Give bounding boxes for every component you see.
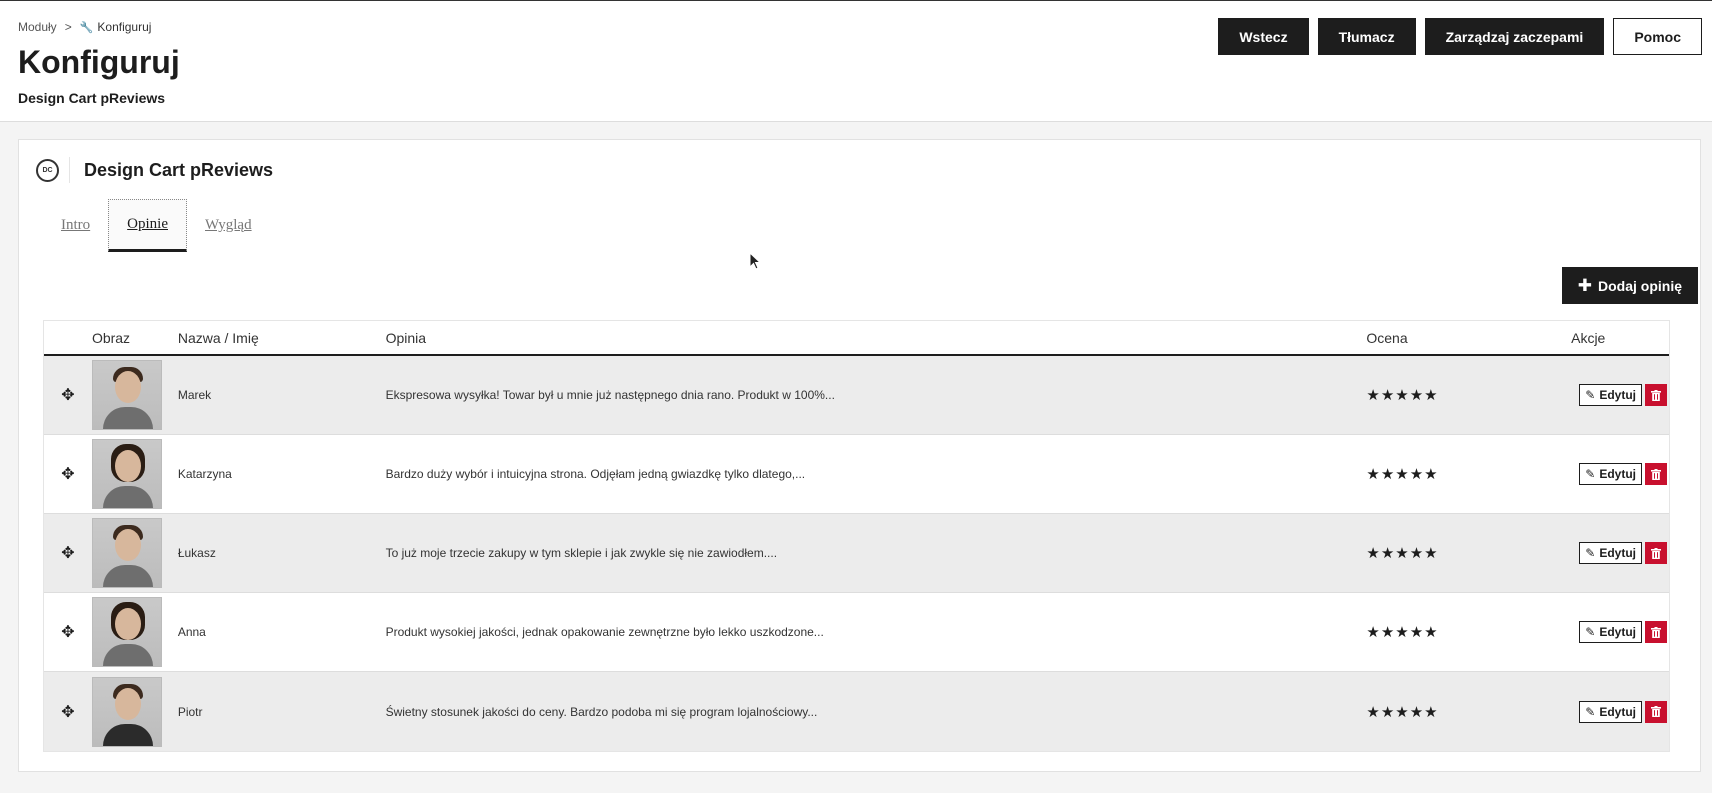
avatar <box>91 676 162 747</box>
module-logo-text: DC <box>42 166 53 174</box>
breadcrumb: Moduły > 🔧 Konfiguruj <box>18 20 151 34</box>
edit-button[interactable]: ✎ Edytuj <box>1579 700 1643 723</box>
back-button[interactable]: Wstecz <box>1218 18 1309 55</box>
star-rating: ★★★★★ <box>1366 624 1439 641</box>
drag-handle[interactable]: ✥ <box>44 385 92 405</box>
delete-button[interactable] <box>1645 700 1668 723</box>
avatar <box>91 360 162 430</box>
header-name: Nazwa / Imię <box>177 329 259 346</box>
review-text: To już moje trzecie zakupy w tym sklepie… <box>385 546 778 560</box>
star-rating: ★★★★★ <box>1366 703 1439 721</box>
header-image: Obraz <box>91 329 131 346</box>
avatar <box>91 518 162 588</box>
edit-label: Edytuj <box>1599 704 1637 719</box>
edit-label: Edytuj <box>1599 388 1637 402</box>
table-row: ✥ Anna Produkt wysokiej jakości, jednak … <box>44 593 1669 672</box>
table-row: ✥ Piotr Świetny stosunek jakości do ceny… <box>44 672 1669 751</box>
edit-button[interactable]: ✎ Edytuj <box>1579 621 1643 643</box>
plus-icon: ✚ <box>1577 275 1592 295</box>
drag-handle[interactable]: ✥ <box>44 622 92 642</box>
table-row: ✥ Marek Ekspresowa wysyłka! Towar był u … <box>44 356 1669 435</box>
page-subtitle: Design Cart pReviews <box>18 90 166 106</box>
star-rating: ★★★★★ <box>1366 387 1439 404</box>
avatar <box>91 597 162 667</box>
heading-divider <box>69 157 70 183</box>
edit-label: Edytuj <box>1599 625 1637 639</box>
toolbar: Wstecz Tłumacz Zarządzaj zaczepami Pomoc <box>1218 18 1702 55</box>
delete-button[interactable] <box>1645 542 1668 564</box>
wrench-icon: 🔧 <box>79 22 94 34</box>
header-review: Opinia <box>385 329 427 346</box>
star-rating: ★★★★★ <box>1366 466 1439 483</box>
drag-handle[interactable]: ✥ <box>44 702 92 722</box>
edit-label: Edytuj <box>1599 546 1637 560</box>
review-text: Produkt wysokiej jakości, jednak opakowa… <box>385 625 824 639</box>
module-logo: DC <box>36 158 59 182</box>
pencil-icon: ✎ <box>1585 467 1596 481</box>
panel-heading: DC Design Cart pReviews <box>36 157 273 183</box>
reviewer-name: Marek <box>177 388 212 402</box>
review-text: Świetny stosunek jakości do ceny. Bardzo… <box>385 704 818 719</box>
table-header: Obraz Nazwa / Imię Opinia Ocena Akcje <box>44 321 1669 356</box>
edit-button[interactable]: ✎ Edytuj <box>1579 542 1643 564</box>
pencil-icon: ✎ <box>1585 625 1596 639</box>
add-review-button[interactable]: ✚ Dodaj opinię <box>1561 267 1698 304</box>
help-button[interactable]: Pomoc <box>1613 18 1702 55</box>
mouse-cursor-icon <box>749 252 761 270</box>
reviewer-name: Anna <box>177 625 206 639</box>
move-icon: ✥ <box>61 545 75 562</box>
delete-button[interactable] <box>1645 463 1668 485</box>
reviewer-name: Łukasz <box>177 546 216 560</box>
pencil-icon: ✎ <box>1585 546 1596 560</box>
breadcrumb-current: Konfiguruj <box>97 20 152 34</box>
drag-handle[interactable]: ✥ <box>44 543 92 563</box>
review-text: Bardzo duży wybór i intuicyjna strona. O… <box>385 467 806 481</box>
delete-button[interactable] <box>1645 384 1668 406</box>
tab-reviews[interactable]: Opinie <box>108 199 187 252</box>
edit-label: Edytuj <box>1599 467 1637 481</box>
reviewer-name: Piotr <box>177 704 203 719</box>
panel-title: Design Cart pReviews <box>84 159 274 180</box>
page-header: Moduły > 🔧 Konfiguruj Konfiguruj Design Car… <box>0 0 1712 122</box>
avatar <box>91 439 162 509</box>
tab-appearance[interactable]: Wygląd <box>187 199 270 252</box>
trash-icon <box>1651 389 1662 401</box>
review-text: Ekspresowa wysyłka! Towar był u mnie już… <box>385 388 835 402</box>
header-actions: Akcje <box>1571 329 1606 346</box>
trash-icon <box>1651 468 1662 480</box>
tab-bar: Intro Opinie Wygląd <box>43 199 270 252</box>
edit-button[interactable]: ✎ Edytuj <box>1579 384 1643 406</box>
star-rating: ★★★★★ <box>1366 545 1439 562</box>
drag-handle[interactable]: ✥ <box>44 464 92 484</box>
trash-icon <box>1651 547 1662 559</box>
add-review-label: Dodaj opinię <box>1598 277 1682 294</box>
table-row: ✥ Łukasz To już moje trzecie zakupy w ty… <box>44 514 1669 593</box>
breadcrumb-parent-link[interactable]: Moduły <box>18 20 57 34</box>
breadcrumb-separator: > <box>64 20 72 34</box>
manage-hooks-button[interactable]: Zarządzaj zaczepami <box>1424 18 1605 55</box>
pencil-icon: ✎ <box>1585 704 1596 719</box>
table-row: ✥ Katarzyna Bardzo duży wybór i intuicyj… <box>44 435 1669 514</box>
reviewer-name: Katarzyna <box>177 467 232 481</box>
pencil-icon: ✎ <box>1585 388 1596 402</box>
move-icon: ✥ <box>61 466 75 483</box>
tab-intro[interactable]: Intro <box>43 199 108 252</box>
module-panel: DC Design Cart pReviews Intro Opinie Wyg… <box>18 139 1701 772</box>
trash-icon <box>1651 706 1662 717</box>
translate-button[interactable]: Tłumacz <box>1317 18 1416 55</box>
move-icon: ✥ <box>61 387 75 404</box>
move-icon: ✥ <box>61 703 75 721</box>
delete-button[interactable] <box>1645 621 1668 643</box>
header-rating: Ocena <box>1366 329 1408 346</box>
reviews-table: Obraz Nazwa / Imię Opinia Ocena Akcje ✥ … <box>43 320 1670 752</box>
edit-button[interactable]: ✎ Edytuj <box>1579 463 1643 485</box>
trash-icon <box>1651 626 1662 638</box>
page-title: Konfiguruj <box>18 44 180 80</box>
move-icon: ✥ <box>61 624 75 641</box>
